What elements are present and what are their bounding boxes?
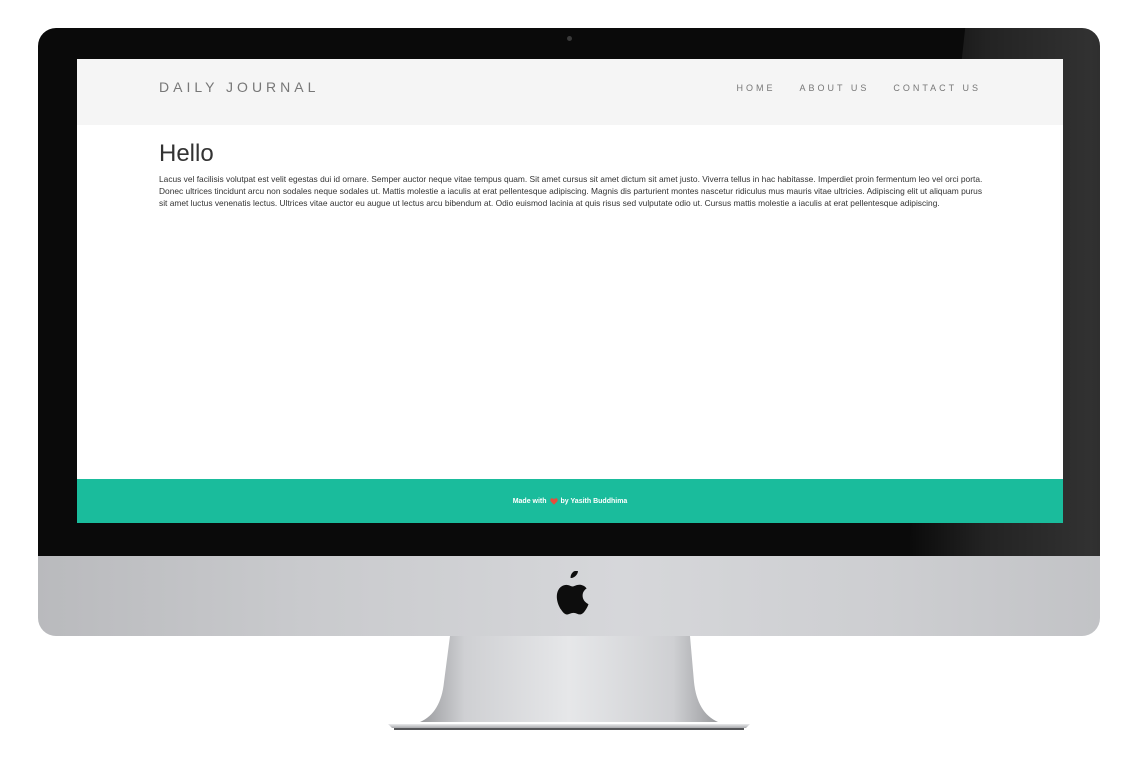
device-mockup: DAILY JOURNAL HOME ABOUT US CONTACT US H… [0,0,1138,759]
nav-link-about-us[interactable]: ABOUT US [799,83,869,93]
apple-logo-icon [549,570,589,617]
navbar: DAILY JOURNAL HOME ABOUT US CONTACT US [77,59,1063,125]
browser-viewport: DAILY JOURNAL HOME ABOUT US CONTACT US H… [77,59,1063,523]
nav-link-home[interactable]: HOME [736,83,775,93]
camera-dot [567,36,572,41]
footer-prefix: Made with [512,497,547,505]
footer: Made with by Yasith Buddhima [77,479,1063,523]
nav-links: HOME ABOUT US CONTACT US [736,83,981,93]
monitor-stand [388,636,750,732]
nav-link-contact-us[interactable]: CONTACT US [893,83,981,93]
post-body: Lacus vel facilisis volutpat est velit e… [159,174,983,208]
main-content: Hello Lacus vel facilisis volutpat est v… [159,139,989,209]
brand-logo[interactable]: DAILY JOURNAL [159,79,319,95]
post-title: Hello [159,140,214,167]
footer-author: by Yasith Buddhima [560,497,628,505]
heart-icon [549,497,558,505]
